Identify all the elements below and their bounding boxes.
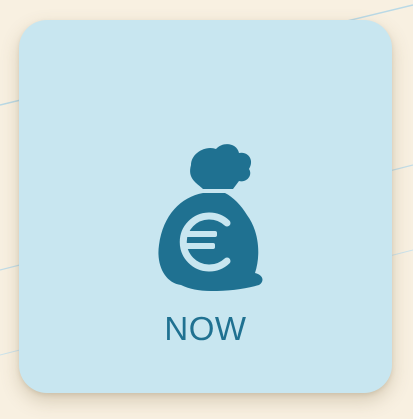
now-tile-button[interactable]: NOW [19, 20, 392, 393]
euro-money-bag-icon [151, 135, 263, 295]
tile-label: NOW [164, 310, 247, 347]
